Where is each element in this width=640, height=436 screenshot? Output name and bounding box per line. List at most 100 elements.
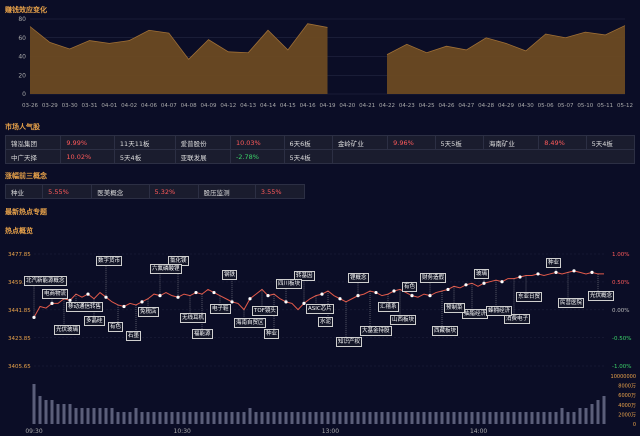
stock-name[interactable]: 锦泓集团: [4, 135, 62, 150]
hot-tag[interactable]: 电商物流: [42, 289, 69, 300]
stock-name[interactable]: 金岭矿业: [331, 135, 389, 150]
concept-pct: 3.55%: [254, 184, 306, 199]
latest-hot-title: 最新热点专题: [5, 208, 47, 216]
y-tick-label: 20: [18, 72, 26, 79]
volume-bar: [584, 408, 588, 424]
concept-name[interactable]: 股压监测: [197, 184, 256, 199]
table-row: 锦泓集团 9.99% 11天11板 爱普股份 10.03% 6天6板 金岭矿业 …: [4, 135, 636, 150]
x-tick-label: 04-26: [439, 103, 455, 109]
x-tick-label: 04-19: [320, 103, 336, 109]
hot-tag[interactable]: 预制菜: [444, 303, 465, 314]
hot-tag[interactable]: 钢铁: [222, 269, 238, 280]
x-tick-label: 04-07: [161, 103, 177, 109]
hot-tag[interactable]: 玻璃: [474, 269, 490, 280]
x-tick-label: 04-02: [121, 103, 137, 109]
volume-bar: [596, 400, 600, 424]
hot-tag[interactable]: TOF镜头: [252, 306, 278, 317]
hot-tag[interactable]: 北汽新能源概念: [24, 276, 67, 287]
y-tick-label: 40: [18, 54, 26, 61]
volume-bar: [362, 412, 366, 424]
concept-name[interactable]: 医美概念: [91, 184, 150, 199]
volume-bar: [56, 404, 60, 424]
y-tick-label: 3441.85: [8, 308, 31, 314]
volume-bar: [578, 408, 582, 424]
hot-overview-title: 热点概览: [5, 227, 33, 235]
area-fill: [387, 25, 625, 94]
volume-bar: [512, 412, 516, 424]
hot-tag[interactable]: 知识产权: [336, 336, 363, 347]
stock-name[interactable]: 中广天择: [4, 149, 62, 164]
hot-tag[interactable]: 多晶硅: [84, 315, 105, 326]
volume-bar: [188, 412, 192, 424]
volume-tick-label: 0: [633, 422, 636, 428]
volume-bar: [92, 408, 96, 424]
volume-bar: [320, 412, 324, 424]
stock-name[interactable]: 海南矿业: [482, 135, 540, 150]
hot-tag[interactable]: 蜂拥经济: [486, 306, 513, 317]
volume-bar: [560, 408, 564, 424]
volume-bar: [98, 408, 102, 424]
hot-tag[interactable]: 石墨: [126, 330, 142, 341]
volume-bar: [170, 412, 174, 424]
price-point: [338, 297, 342, 301]
hot-tag[interactable]: 大基金持股: [360, 325, 392, 336]
x-tick-label: 04-12: [220, 103, 236, 109]
hot-tag[interactable]: 汇禧系: [378, 302, 399, 313]
volume-bar: [368, 412, 372, 424]
volume-bar: [236, 412, 240, 424]
volume-bar: [524, 412, 528, 424]
hot-tag[interactable]: 锂概念: [348, 272, 369, 283]
price-point: [374, 290, 378, 295]
x-tick-label: 03-29: [42, 103, 58, 109]
volume-bar: [134, 408, 138, 424]
stock-pct: 9.96%: [387, 135, 436, 150]
hot-tag[interactable]: 东亚日贸: [516, 292, 543, 303]
hot-tag[interactable]: 有色: [108, 321, 124, 332]
volume-bar: [428, 412, 432, 424]
hot-tag[interactable]: 山西板块: [390, 315, 417, 326]
hot-tag[interactable]: 电子鞋: [210, 303, 231, 314]
hot-tag[interactable]: ASIC芯片: [306, 303, 334, 314]
y-tick-label: 0: [22, 91, 26, 98]
price-point: [500, 280, 504, 284]
hot-tag[interactable]: 有色: [402, 281, 418, 292]
hot-tag[interactable]: 六氟磷酸锂: [150, 263, 182, 274]
hot-tag[interactable]: 免税店: [138, 306, 159, 317]
hot-tag[interactable]: 水泥: [318, 316, 334, 327]
hot-tag[interactable]: 海南自贸区: [234, 317, 266, 328]
volume-bar: [380, 412, 384, 424]
volume-bar: [284, 412, 288, 424]
price-point: [464, 283, 468, 287]
hot-tag[interactable]: 四川板块: [276, 278, 303, 289]
hot-tag[interactable]: 抽脂经济: [462, 309, 489, 320]
volume-bar: [338, 412, 342, 424]
hot-tag[interactable]: 种业: [546, 258, 562, 269]
x-tick-label: 04-21: [359, 103, 375, 109]
hot-tag[interactable]: 移动通信转售: [66, 302, 104, 313]
volume-bar: [104, 408, 108, 424]
hot-tag[interactable]: 福能源: [192, 329, 213, 340]
volume-bar: [224, 412, 228, 424]
volume-bar: [146, 412, 150, 424]
stock-name[interactable]: 爱普股份: [174, 135, 231, 150]
hot-tag[interactable]: 民营医院: [558, 298, 585, 309]
price-point: [212, 290, 216, 295]
hot-tag[interactable]: 财务造假: [420, 272, 447, 283]
concept-name[interactable]: 种业: [4, 184, 44, 199]
table-row: 种业 5.55% 医美概念 5.32% 股压监测 3.55%: [4, 184, 306, 199]
volume-bar: [68, 404, 72, 424]
price-point: [122, 304, 126, 309]
hot-tag[interactable]: 种业: [264, 329, 280, 340]
hot-tag[interactable]: 光伏概念: [588, 290, 615, 301]
volume-bar: [332, 412, 336, 424]
stock-name[interactable]: 亚联发展: [174, 149, 231, 164]
volume-bar: [530, 412, 534, 424]
hot-tag[interactable]: 光伏玻璃: [54, 324, 81, 335]
hot-tag[interactable]: 数字货币: [96, 256, 123, 267]
volume-bar: [404, 412, 408, 424]
volume-bar: [452, 412, 456, 424]
volume-bar: [572, 412, 576, 424]
x-tick-label: 14:00: [470, 428, 487, 435]
hot-tag[interactable]: 西藏板块: [432, 325, 459, 336]
hot-tag[interactable]: 无线耳机: [180, 312, 207, 323]
